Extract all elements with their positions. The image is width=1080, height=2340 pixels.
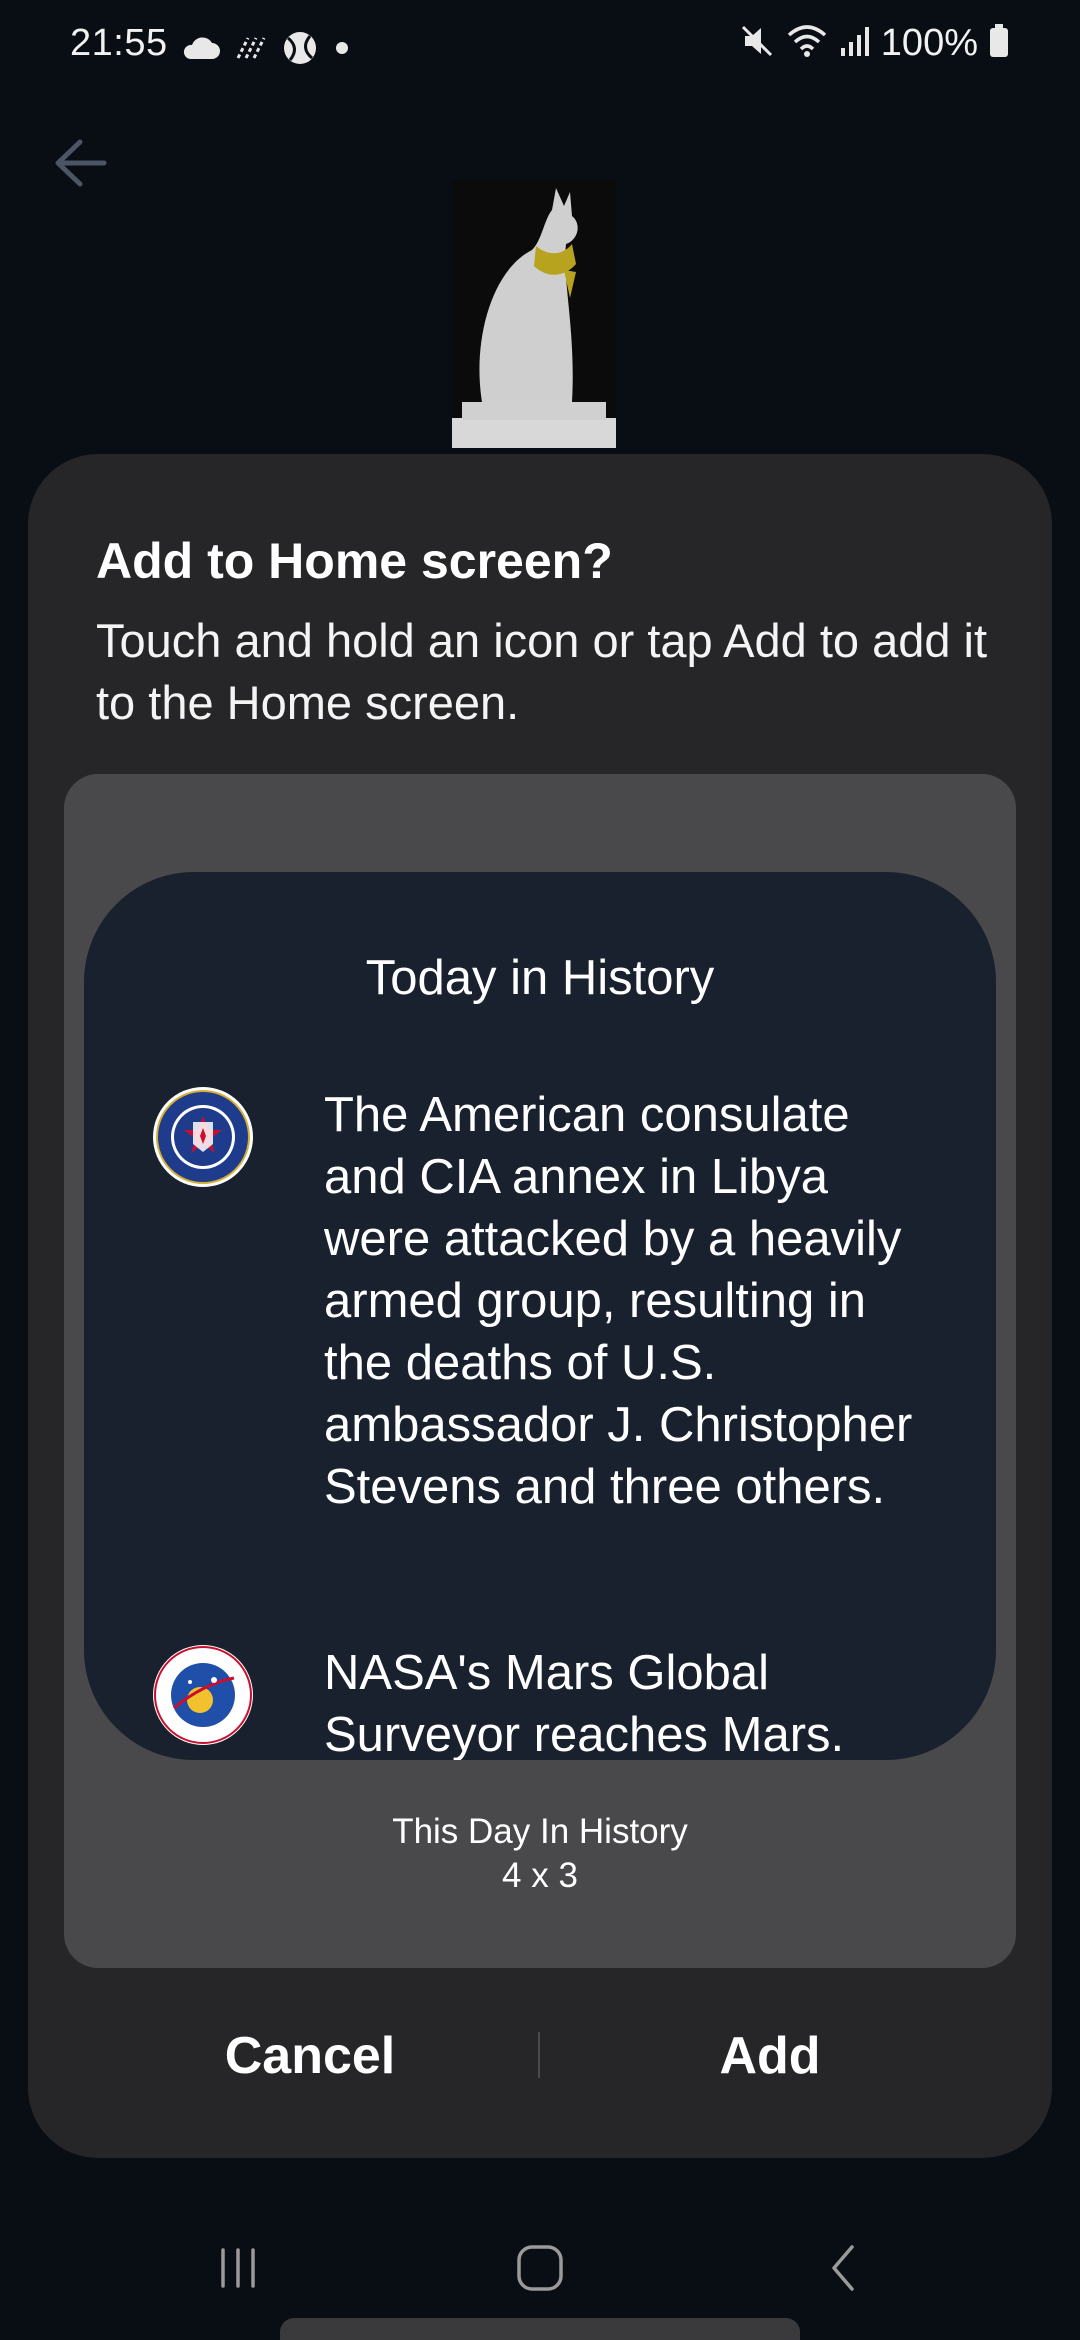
- cloud-icon: [180, 35, 220, 66]
- cat-statue-image: [452, 180, 616, 448]
- add-button[interactable]: Add: [550, 2006, 990, 2106]
- recents-icon[interactable]: [198, 2236, 278, 2300]
- mute-icon: [739, 23, 775, 64]
- dialog-buttons: Cancel Add: [28, 2006, 1052, 2106]
- today-in-history-widget[interactable]: Today in History The American consulate: [84, 872, 996, 1760]
- battery-percentage: 100%: [880, 22, 978, 64]
- widget-preview-panel[interactable]: Today in History The American consulate: [64, 774, 1016, 1968]
- widget-name: This Day In History: [392, 1812, 688, 1851]
- status-bar: 21:55 100%: [0, 0, 1080, 96]
- cellular-signal-icon: [839, 24, 871, 63]
- dialog-message: Touch and hold an icon or tap Add to add…: [96, 614, 988, 729]
- gesture-handle[interactable]: [280, 2318, 800, 2340]
- cia-seal-icon: [152, 1086, 254, 1188]
- status-system-icons: 100%: [739, 22, 1010, 65]
- event-description: NASA's Mars Global Surveyor reaches Mars…: [324, 1646, 845, 1760]
- widget-title: Today in History: [365, 951, 715, 1005]
- back-arrow-icon[interactable]: [52, 138, 108, 193]
- nasa-seal-icon: [152, 1644, 254, 1746]
- back-icon[interactable]: [804, 2236, 884, 2300]
- status-notification-icons: [180, 30, 352, 71]
- battery-icon: [988, 23, 1010, 64]
- sports-ball-icon: [282, 30, 318, 71]
- home-icon[interactable]: [500, 2236, 580, 2300]
- cancel-button[interactable]: Cancel: [90, 2006, 530, 2106]
- add-to-home-dialog: Add to Home screen? Touch and hold an ic…: [28, 454, 1052, 2158]
- button-divider: [538, 2032, 540, 2078]
- event-description: The American consulate and CIA annex in …: [324, 1088, 913, 1514]
- notification-dot-icon: [332, 38, 352, 63]
- wifi-icon: [785, 23, 829, 64]
- widget-size: 4 x 3: [502, 1856, 578, 1895]
- dialog-title: Add to Home screen?: [96, 533, 613, 589]
- signal-activity-icon: [234, 34, 268, 67]
- status-time: 21:55: [70, 22, 168, 64]
